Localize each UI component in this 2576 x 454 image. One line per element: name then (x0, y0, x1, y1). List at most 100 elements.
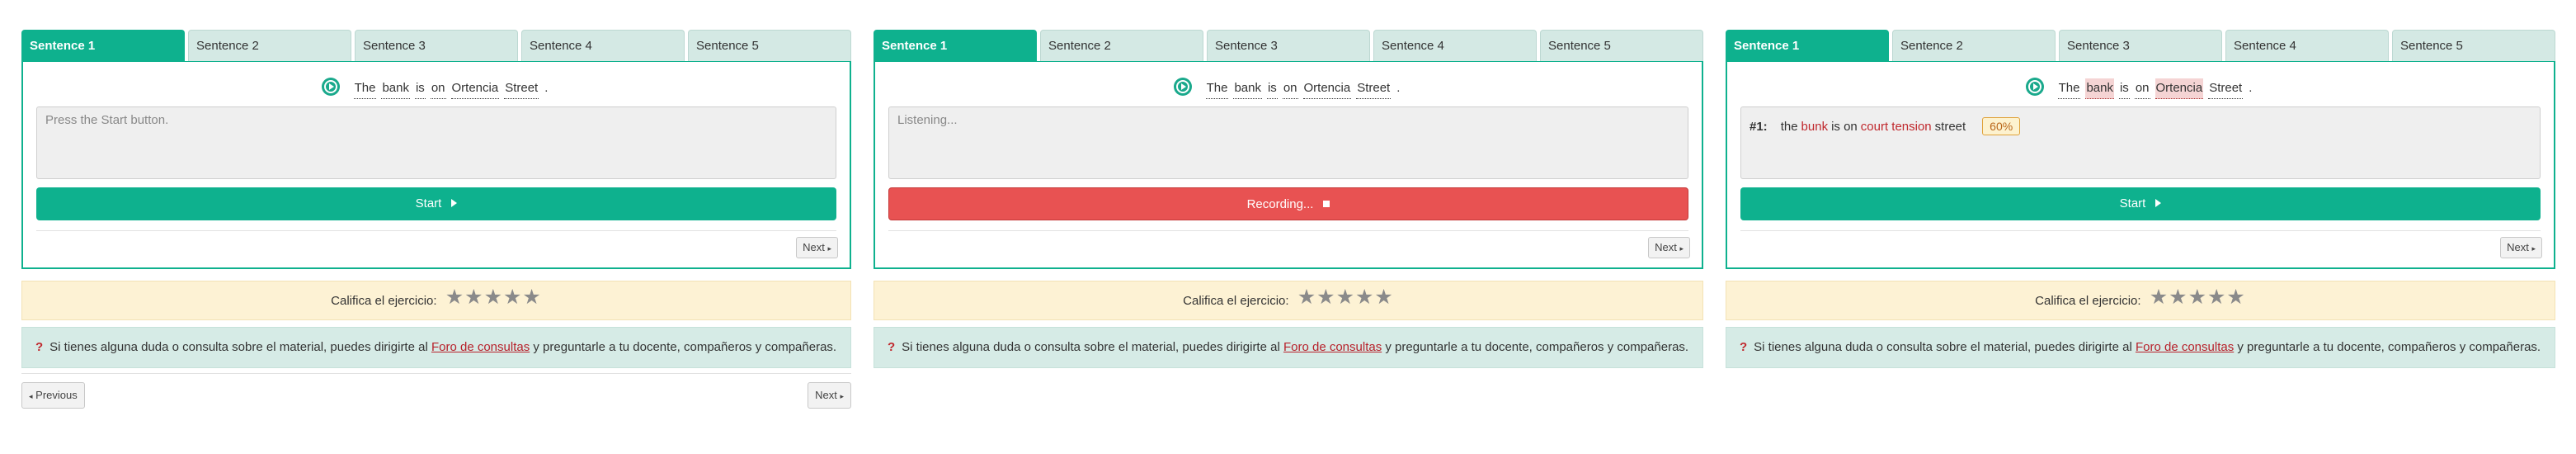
play-circle-icon[interactable] (1173, 78, 1192, 97)
exercise-box: The bank is on Ortencia Street. Press the Sta… (21, 61, 851, 269)
tab-sentence-3[interactable]: Sentence 3 (2059, 30, 2222, 61)
star-icon[interactable]: ★ (1316, 287, 1335, 308)
help-notice: ? Si tienes alguna duda o consulta sobre … (1726, 327, 2555, 368)
sentence-punctuation: . (2249, 81, 2253, 95)
question-mark-icon: ? (1740, 340, 1748, 354)
sentence-word[interactable]: is (1266, 78, 1278, 99)
transcript-area: #1: the bunk is on court tension street … (1740, 106, 2541, 179)
star-icon[interactable]: ★ (503, 287, 521, 308)
attempt-number: #1: (1750, 119, 1768, 134)
exercise-box: The bank is on Ortencia Street. #1: the bunk … (1726, 61, 2555, 269)
stop-square-icon (1323, 201, 1330, 208)
triangle-play-icon (2155, 199, 2162, 208)
help-text-after: y preguntarle a tu docente, compañeros y… (1385, 340, 1689, 354)
rating-label: Califica el ejercicio: (331, 294, 437, 308)
tab-sentence-4[interactable]: Sentence 4 (521, 30, 685, 61)
tab-sentence-2[interactable]: Sentence 2 (188, 30, 351, 61)
tab-sentence-1[interactable]: Sentence 1 (1726, 30, 1889, 61)
star-icon[interactable]: ★ (2188, 287, 2206, 308)
rating-label: Califica el ejercicio: (1183, 294, 1289, 308)
sentence-word[interactable]: on (430, 78, 446, 99)
score-badge: 60% (1982, 117, 2021, 135)
sentence-word[interactable]: Street (2208, 78, 2244, 99)
next-sentence-button[interactable]: Next ▸ (2500, 237, 2542, 258)
sentence-word[interactable]: Street (504, 78, 539, 99)
sentence-tabs: Sentence 1 Sentence 2 Sentence 3 Sentenc… (1726, 30, 2555, 61)
play-circle-icon[interactable] (321, 78, 340, 97)
forum-link[interactable]: Foro de consultas (1283, 340, 1382, 354)
tab-sentence-2[interactable]: Sentence 2 (1040, 30, 1203, 61)
sentence-word[interactable]: is (2118, 78, 2130, 99)
sentence-word[interactable]: The (1205, 78, 1229, 99)
star-icon[interactable]: ★ (522, 287, 540, 308)
forum-link[interactable]: Foro de consultas (2136, 340, 2234, 354)
tab-sentence-1[interactable]: Sentence 1 (21, 30, 185, 61)
help-text-before: Si tienes alguna duda o consulta sobre e… (49, 340, 428, 354)
star-icon[interactable]: ★ (464, 287, 483, 308)
tab-sentence-3[interactable]: Sentence 3 (355, 30, 518, 61)
triangle-play-icon (451, 199, 458, 208)
star-icon[interactable]: ★ (1374, 287, 1392, 308)
sentence-word[interactable]: bank (381, 78, 410, 99)
rating-stars: ★★★★★ (445, 281, 542, 320)
rating-stars: ★★★★★ (2150, 281, 2246, 320)
start-button[interactable]: Start (1740, 187, 2541, 220)
transcript-area: Listening... (888, 106, 1688, 179)
next-sentence-button[interactable]: Next ▸ (1648, 237, 1690, 258)
caret-right-icon: ▸ (2531, 244, 2536, 253)
sentence-word[interactable]: is (414, 78, 426, 99)
tab-sentence-1[interactable]: Sentence 1 (874, 30, 1037, 61)
sentence-word[interactable]: Street (1356, 78, 1392, 99)
play-circle-icon[interactable] (2025, 78, 2044, 97)
next-button[interactable]: Next ▸ (808, 382, 851, 409)
tab-sentence-4[interactable]: Sentence 4 (1373, 30, 1537, 61)
star-icon[interactable]: ★ (1355, 287, 1373, 308)
tab-sentence-4[interactable]: Sentence 4 (2225, 30, 2389, 61)
sentence-tabs: Sentence 1 Sentence 2 Sentence 3 Sentenc… (874, 30, 1703, 61)
previous-label: Previous (35, 389, 78, 401)
tab-sentence-2[interactable]: Sentence 2 (1892, 30, 2056, 61)
question-mark-icon: ? (35, 340, 44, 354)
star-icon[interactable]: ★ (2169, 287, 2187, 308)
sentence-word[interactable]: Ortencia (450, 78, 500, 99)
divider (888, 230, 1688, 231)
star-icon[interactable]: ★ (1336, 287, 1354, 308)
next-label: Next (815, 389, 837, 401)
tab-sentence-3[interactable]: Sentence 3 (1207, 30, 1370, 61)
sentence-word[interactable]: Ortencia (1302, 78, 1352, 99)
rating-bar: Califica el ejercicio: ★★★★★ (21, 281, 851, 320)
star-icon[interactable]: ★ (1297, 287, 1316, 308)
sentence-word[interactable]: The (353, 78, 377, 99)
sentence-word[interactable]: The (2057, 78, 2081, 99)
caret-left-icon: ◂ (29, 392, 33, 400)
recording-button-label: Recording... (1246, 197, 1314, 211)
recording-button[interactable]: Recording... (888, 187, 1688, 220)
sentence-word[interactable]: on (2134, 78, 2150, 99)
sentence-word-mispronounced[interactable]: Ortencia (2155, 78, 2204, 99)
caret-right-icon: ▸ (827, 244, 831, 253)
sentence-word[interactable]: on (1282, 78, 1298, 99)
star-icon[interactable]: ★ (2150, 287, 2168, 308)
transcript-placeholder: Listening... (897, 113, 958, 127)
recognized-word: the (1780, 119, 1798, 134)
exercise-box: The bank is on Ortencia Street. Listening... … (874, 61, 1703, 269)
tab-sentence-5[interactable]: Sentence 5 (2392, 30, 2555, 61)
star-icon[interactable]: ★ (2207, 287, 2225, 308)
tab-sentence-5[interactable]: Sentence 5 (1540, 30, 1703, 61)
sentence-word[interactable]: bank (1233, 78, 1262, 99)
rating-bar: Califica el ejercicio: ★★★★★ (1726, 281, 2555, 320)
sentence-punctuation: . (1396, 81, 1401, 95)
star-icon[interactable]: ★ (484, 287, 502, 308)
sentence-punctuation: . (544, 81, 549, 95)
rating-stars: ★★★★★ (1297, 281, 1394, 320)
question-mark-icon: ? (888, 340, 896, 354)
forum-link[interactable]: Foro de consultas (431, 340, 530, 354)
previous-button[interactable]: ◂ Previous (21, 382, 85, 409)
start-button[interactable]: Start (36, 187, 836, 220)
star-icon[interactable]: ★ (445, 287, 464, 308)
star-icon[interactable]: ★ (2226, 287, 2244, 308)
tab-sentence-5[interactable]: Sentence 5 (688, 30, 851, 61)
sentence-word-mispronounced[interactable]: bank (2085, 78, 2114, 99)
recognized-word-wrong: bunk (1801, 119, 1829, 134)
next-sentence-button[interactable]: Next ▸ (796, 237, 838, 258)
